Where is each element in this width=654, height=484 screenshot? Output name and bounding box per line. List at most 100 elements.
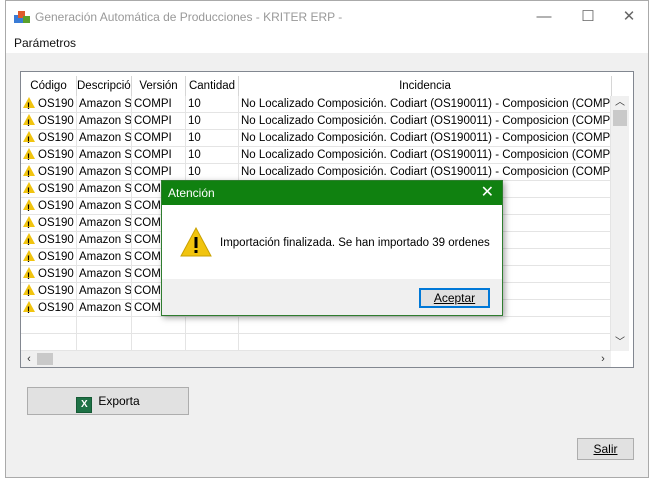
table-cell: No Localizado Composición. Codiart (OS19… (239, 113, 611, 129)
maximize-button[interactable]: ☐ (568, 5, 608, 29)
table-cell: OS190 (21, 215, 77, 231)
column-header-codigo[interactable]: Código (21, 76, 77, 96)
dialog-title-bar[interactable]: Atención ✕ (162, 181, 502, 205)
cell-text: No Localizado Composición. Codiart (OS19… (241, 149, 611, 161)
table-cell: Amazon Sn (77, 232, 132, 248)
table-cell: Amazon Sn (77, 198, 132, 214)
table-cell: OS190 (21, 198, 77, 214)
cell-text: OS190 (38, 183, 74, 195)
cell-text: OS190 (38, 285, 74, 297)
close-button[interactable]: ✕ (609, 5, 649, 29)
table-row[interactable]: OS190 Amazon SnCOMPI 10 No Localizado Compo… (21, 130, 611, 147)
accept-button-label: Aceptar (433, 291, 476, 305)
column-header-descripcion[interactable]: Descripción (77, 76, 132, 96)
table-cell: Amazon Sn (77, 113, 132, 129)
cell-text: COMPI (134, 98, 172, 110)
cell-text: Amazon Sn (79, 115, 132, 127)
warning-icon (23, 284, 35, 299)
warning-icon (23, 165, 35, 180)
table-cell: OS190 (21, 96, 77, 112)
column-header-cantidad[interactable]: Cantidad (186, 76, 239, 96)
table-cell: Amazon Sn (77, 181, 132, 197)
cell-text: Amazon Sn (79, 251, 132, 263)
cell-text: No Localizado Composición. Codiart (OS19… (241, 115, 611, 127)
table-cell: Amazon Sn (77, 215, 132, 231)
cell-text: No Localizado Composición. Codiart (OS19… (241, 166, 611, 178)
table-row[interactable]: OS190 Amazon SnCOMPI 10 No Localizado Compo… (21, 147, 611, 164)
scroll-left-icon[interactable]: ‹ (21, 351, 37, 367)
table-row-empty[interactable] (21, 334, 611, 351)
table-cell (21, 334, 77, 350)
menu-parametros[interactable]: Parámetros (14, 36, 76, 50)
dialog-body: Importación finalizada. Se han importado… (162, 205, 502, 279)
table-cell: OS190 (21, 113, 77, 129)
table-cell: COMPI (132, 130, 186, 146)
cell-text: COMPI (134, 115, 172, 127)
window-title: Generación Automática de Producciones - … (35, 10, 343, 24)
cell-text: OS190 (38, 149, 74, 161)
table-cell: OS190 (21, 300, 77, 316)
cell-text: OS190 (38, 200, 74, 212)
table-cell: Amazon Sn (77, 283, 132, 299)
cell-text: Amazon Sn (79, 98, 132, 110)
scroll-right-icon[interactable]: › (595, 351, 611, 367)
vertical-scrollbar[interactable]: ︿ ﹀ (611, 96, 629, 351)
horizontal-scrollbar[interactable]: ‹ › (21, 351, 611, 367)
table-cell (77, 334, 132, 350)
table-cell (186, 334, 239, 350)
table-row[interactable]: OS190 Amazon SnCOMPI 10 No Localizado Compo… (21, 164, 611, 181)
minimize-button[interactable]: — (524, 5, 564, 29)
title-bar[interactable]: Generación Automática de Producciones - … (6, 1, 648, 33)
table-cell: OS190 (21, 283, 77, 299)
cell-text: 10 (188, 115, 201, 127)
horizontal-scroll-thumb[interactable] (37, 353, 53, 365)
table-cell: Amazon Sn (77, 164, 132, 180)
table-cell: OS190 (21, 147, 77, 163)
cell-text: Amazon Sn (79, 285, 132, 297)
table-row-empty[interactable] (21, 317, 611, 334)
column-header-incidencia[interactable]: Incidencia (239, 76, 612, 96)
cell-text: No Localizado Composición. Codiart (OS19… (241, 98, 611, 110)
grid-header: Código Descripción Versión Cantidad Inci… (21, 76, 625, 96)
dialog-close-icon[interactable]: ✕ (481, 183, 494, 203)
cell-text: OS190 (38, 217, 74, 229)
table-cell: 10 (186, 113, 239, 129)
accept-button[interactable]: Aceptar (419, 288, 490, 308)
table-cell (132, 334, 186, 350)
warning-icon (23, 97, 35, 112)
table-cell (132, 317, 186, 333)
table-cell: OS190 (21, 249, 77, 265)
table-cell: 10 (186, 147, 239, 163)
cell-text: 10 (188, 149, 201, 161)
table-cell: OS190 (21, 181, 77, 197)
table-cell: OS190 (21, 130, 77, 146)
table-cell: Amazon Sn (77, 147, 132, 163)
cell-text: OS190 (38, 251, 74, 263)
cell-text: COMPI (134, 149, 172, 161)
warning-icon (23, 114, 35, 129)
table-row[interactable]: OS190 Amazon SnCOMPI 10 No Localizado Compo… (21, 113, 611, 130)
table-cell: No Localizado Composición. Codiart (OS19… (239, 147, 611, 163)
vertical-scroll-thumb[interactable] (613, 110, 627, 126)
cell-text: OS190 (38, 98, 74, 110)
warning-icon (23, 199, 35, 214)
dialog-message: Importación finalizada. Se han importado… (220, 237, 490, 249)
cell-text: Amazon Sn (79, 302, 132, 314)
table-row[interactable]: OS190 Amazon SnCOMPI 10 No Localizado Compo… (21, 96, 611, 113)
cell-text: Amazon Sn (79, 234, 132, 246)
cell-text: COMPI (134, 166, 172, 178)
cell-text: 10 (188, 132, 201, 144)
cell-text: Amazon Sn (79, 200, 132, 212)
cell-text: Amazon Sn (79, 149, 132, 161)
table-cell: Amazon Sn (77, 130, 132, 146)
export-button[interactable]: X Exporta (27, 387, 189, 415)
dialog-title: Atención (168, 186, 215, 200)
table-cell: No Localizado Composición. Codiart (OS19… (239, 164, 611, 180)
warning-icon (23, 216, 35, 231)
app-icon (14, 11, 30, 23)
scroll-up-icon[interactable]: ︿ (611, 96, 629, 110)
scroll-down-icon[interactable]: ﹀ (611, 336, 629, 350)
column-header-version[interactable]: Versión (132, 76, 186, 96)
cell-text: No Localizado Composición. Codiart (OS19… (241, 132, 611, 144)
exit-button[interactable]: Salir (577, 438, 634, 460)
